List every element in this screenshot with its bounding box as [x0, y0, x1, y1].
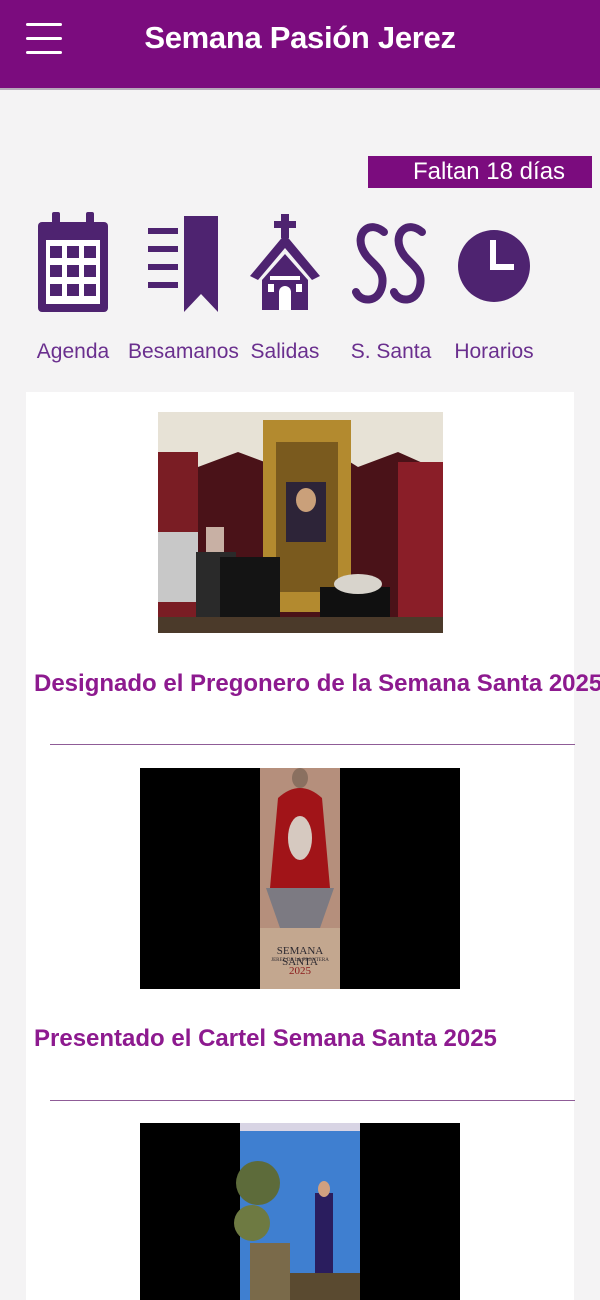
- shortcut-semana-santa[interactable]: S. Santa: [336, 210, 446, 364]
- procession-image: [140, 1123, 460, 1300]
- menu-line: [26, 51, 62, 54]
- news-image-procesion[interactable]: [140, 1123, 460, 1300]
- shortcut-salidas[interactable]: Salidas: [230, 210, 340, 364]
- news-image-cartel[interactable]: SEMANA SANTA JEREZ DE LA FRONTERA 2025: [140, 768, 460, 989]
- shortcut-label: Salidas: [250, 340, 320, 363]
- hamburger-menu-icon[interactable]: [26, 23, 62, 55]
- shortcut-label: Agenda: [36, 340, 110, 363]
- bookmark-list-icon: [148, 216, 218, 312]
- poster-image: SEMANA SANTA JEREZ DE LA FRONTERA 2025: [260, 768, 340, 989]
- poster-subtitle: JEREZ DE LA FRONTERA: [271, 958, 329, 963]
- countdown-badge: Faltan 18 días: [368, 156, 592, 188]
- poster-year: 2025: [289, 965, 311, 977]
- news-headline[interactable]: Designado el Pregonero de la Semana Sant…: [34, 670, 600, 698]
- app-header: Semana Pasión Jerez: [0, 0, 600, 90]
- news-divider: [50, 1100, 575, 1101]
- news-feed: Designado el Pregonero de la Semana Sant…: [26, 392, 600, 1300]
- shortcut-horarios[interactable]: Horarios: [439, 210, 549, 364]
- menu-line: [26, 23, 62, 26]
- shortcut-label: Besamanos: [128, 340, 239, 363]
- news-headline[interactable]: Presentado el Cartel Semana Santa 2025: [34, 1025, 497, 1053]
- news-divider: [50, 744, 575, 745]
- shortcut-besamanos[interactable]: Besamanos: [128, 210, 239, 364]
- ss-logo-icon: [352, 223, 426, 304]
- shortcut-agenda[interactable]: Agenda: [18, 210, 128, 364]
- church-icon: [250, 214, 320, 310]
- shortcut-label: Horarios: [454, 340, 534, 363]
- shortcut-label: S. Santa: [350, 340, 432, 363]
- clock-icon: [458, 230, 530, 302]
- church-interior-image: [158, 412, 443, 633]
- menu-line: [26, 37, 62, 40]
- calendar-icon: [38, 212, 108, 312]
- app-title: Semana Pasión Jerez: [144, 20, 456, 55]
- news-image-pregonero[interactable]: [158, 412, 443, 633]
